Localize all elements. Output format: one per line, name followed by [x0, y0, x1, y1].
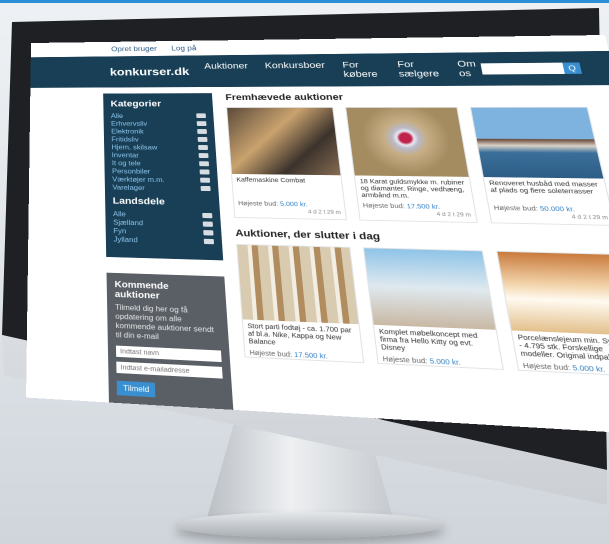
auction-card[interactable]: Komplet møbelkoncept med firma fra Hello… [362, 247, 504, 371]
porcelain-image [497, 251, 609, 336]
create-user-link[interactable]: Opret bruger [111, 45, 157, 53]
category-item[interactable]: Varelager [112, 183, 211, 193]
coffee-machine-image [227, 107, 341, 176]
category-item[interactable]: Alle [111, 112, 206, 120]
subscribe-button[interactable]: Tilmeld [116, 380, 156, 398]
monitor: Opret bruger Log på konkurser.dk Auktion… [0, 0, 609, 544]
shoe-boxes-image [237, 244, 359, 325]
search-icon[interactable]: Q [562, 62, 583, 74]
nav-konkursboer[interactable]: Konkursboer [264, 61, 326, 80]
auction-card[interactable]: Kaffemaskine Combat Højeste bud: 5.000 k… [226, 107, 347, 221]
nav-auktioner[interactable]: Auktioner [204, 62, 249, 81]
categories-title: Kategorier [110, 99, 162, 109]
subscribe-text: Tilmeld dig her og få opdatering om alle… [114, 303, 215, 342]
auction-card[interactable]: Renoveret husbåd med masser af plads og … [469, 106, 609, 226]
sidebar: Kategorier Alle Erhvervsliv Elektronik F… [103, 93, 235, 427]
website-screen: Opret bruger Log på konkurser.dk Auktion… [26, 34, 609, 438]
category-item[interactable]: Erhvervsliv [111, 119, 207, 127]
subscribe-title: Kommende auktioner [114, 279, 169, 302]
login-link[interactable]: Log på [171, 44, 197, 52]
hello-kitty-image [364, 248, 496, 330]
region-item[interactable]: Jylland [113, 235, 215, 246]
search-input[interactable] [480, 62, 565, 75]
site-logo[interactable]: konkurser.dk [110, 65, 205, 78]
auction-card[interactable]: 18 Karat guldsmykke m. rubiner og diaman… [345, 106, 478, 224]
auction-card[interactable]: Stort parti fodtøj - ca. 1.700 par af bl… [236, 243, 365, 364]
nav-for-kobere[interactable]: For købere [342, 60, 382, 80]
main-nav: konkurser.dk Auktioner Konkursboer For k… [30, 50, 609, 88]
nav-om-os[interactable]: Om os [457, 59, 484, 78]
ruby-ring-image [346, 107, 469, 177]
search-box: Q [480, 62, 583, 75]
auction-card[interactable]: Porcelænslejeum min. Sy Nord - 4.795 stk… [496, 250, 609, 378]
email-field[interactable] [116, 361, 223, 379]
houseboat-image [471, 107, 604, 179]
nav-for-saelgere[interactable]: For sælgere [397, 60, 442, 79]
featured-heading: Fremhævede auktioner [225, 92, 344, 103]
category-item[interactable]: Elektronik [111, 127, 207, 135]
regions-title: Landsdele [112, 196, 166, 208]
name-field[interactable] [115, 345, 222, 363]
subscribe-box: Kommende auktioner Tilmeld dig her og få… [106, 272, 235, 427]
category-box: Kategorier Alle Erhvervsliv Elektronik F… [103, 93, 224, 261]
main-content: Fremhævede auktioner Kaffemaskine Combat… [225, 92, 609, 438]
